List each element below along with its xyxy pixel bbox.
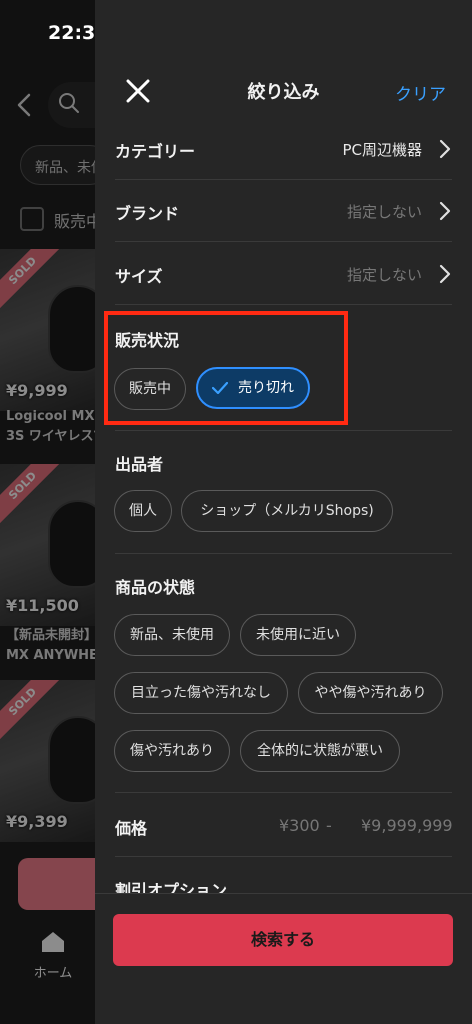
price-min-field[interactable]: ¥300 xyxy=(279,816,320,835)
category-value: PC周辺機器 xyxy=(342,141,422,159)
chevron-right-icon xyxy=(439,201,451,221)
size-value: 指定しない xyxy=(346,266,422,284)
brand-label: ブランド xyxy=(115,204,180,223)
chip-like-new[interactable]: 未使用に近い xyxy=(240,614,356,656)
price-label: 価格 xyxy=(115,819,148,838)
seller-label: 出品者 xyxy=(115,455,164,474)
price-separator: - xyxy=(326,816,332,835)
chip-damaged[interactable]: 傷や汚れあり xyxy=(114,730,230,772)
divider xyxy=(115,856,452,857)
filter-sheet: 絞り込み クリア カテゴリー PC周辺機器 ブランド 指定しない サイズ 指定し… xyxy=(95,0,472,1024)
chip-some-damage[interactable]: やや傷や汚れあり xyxy=(298,672,443,714)
category-label: カテゴリー xyxy=(115,142,196,161)
sheet-footer: 検索する xyxy=(95,893,472,1024)
chevron-right-icon xyxy=(439,139,451,159)
condition-label: 商品の状態 xyxy=(115,578,196,597)
clear-button[interactable]: クリア xyxy=(395,80,446,105)
chip-shop[interactable]: ショップ（メルカリShops) xyxy=(181,490,393,532)
annotation-highlight xyxy=(104,311,348,425)
brand-value: 指定しない xyxy=(346,203,422,221)
category-row[interactable]: カテゴリー PC周辺機器 xyxy=(115,118,452,180)
size-row[interactable]: サイズ 指定しない xyxy=(115,243,452,305)
chip-no-visible-damage[interactable]: 目立った傷や汚れなし xyxy=(114,672,288,714)
chip-individual[interactable]: 個人 xyxy=(114,490,172,532)
size-label: サイズ xyxy=(115,267,163,286)
divider xyxy=(115,430,452,431)
price-max-field[interactable]: ¥9,999,999 xyxy=(361,816,453,835)
sheet-header: 絞り込み クリア xyxy=(95,60,472,120)
brand-row[interactable]: ブランド 指定しない xyxy=(115,180,452,242)
divider xyxy=(115,553,452,554)
chevron-right-icon xyxy=(439,264,451,284)
chip-new[interactable]: 新品、未使用 xyxy=(114,614,230,656)
chip-poor-condition[interactable]: 全体的に状態が悪い xyxy=(240,730,400,772)
search-button[interactable]: 検索する xyxy=(113,914,453,966)
divider xyxy=(115,792,452,793)
